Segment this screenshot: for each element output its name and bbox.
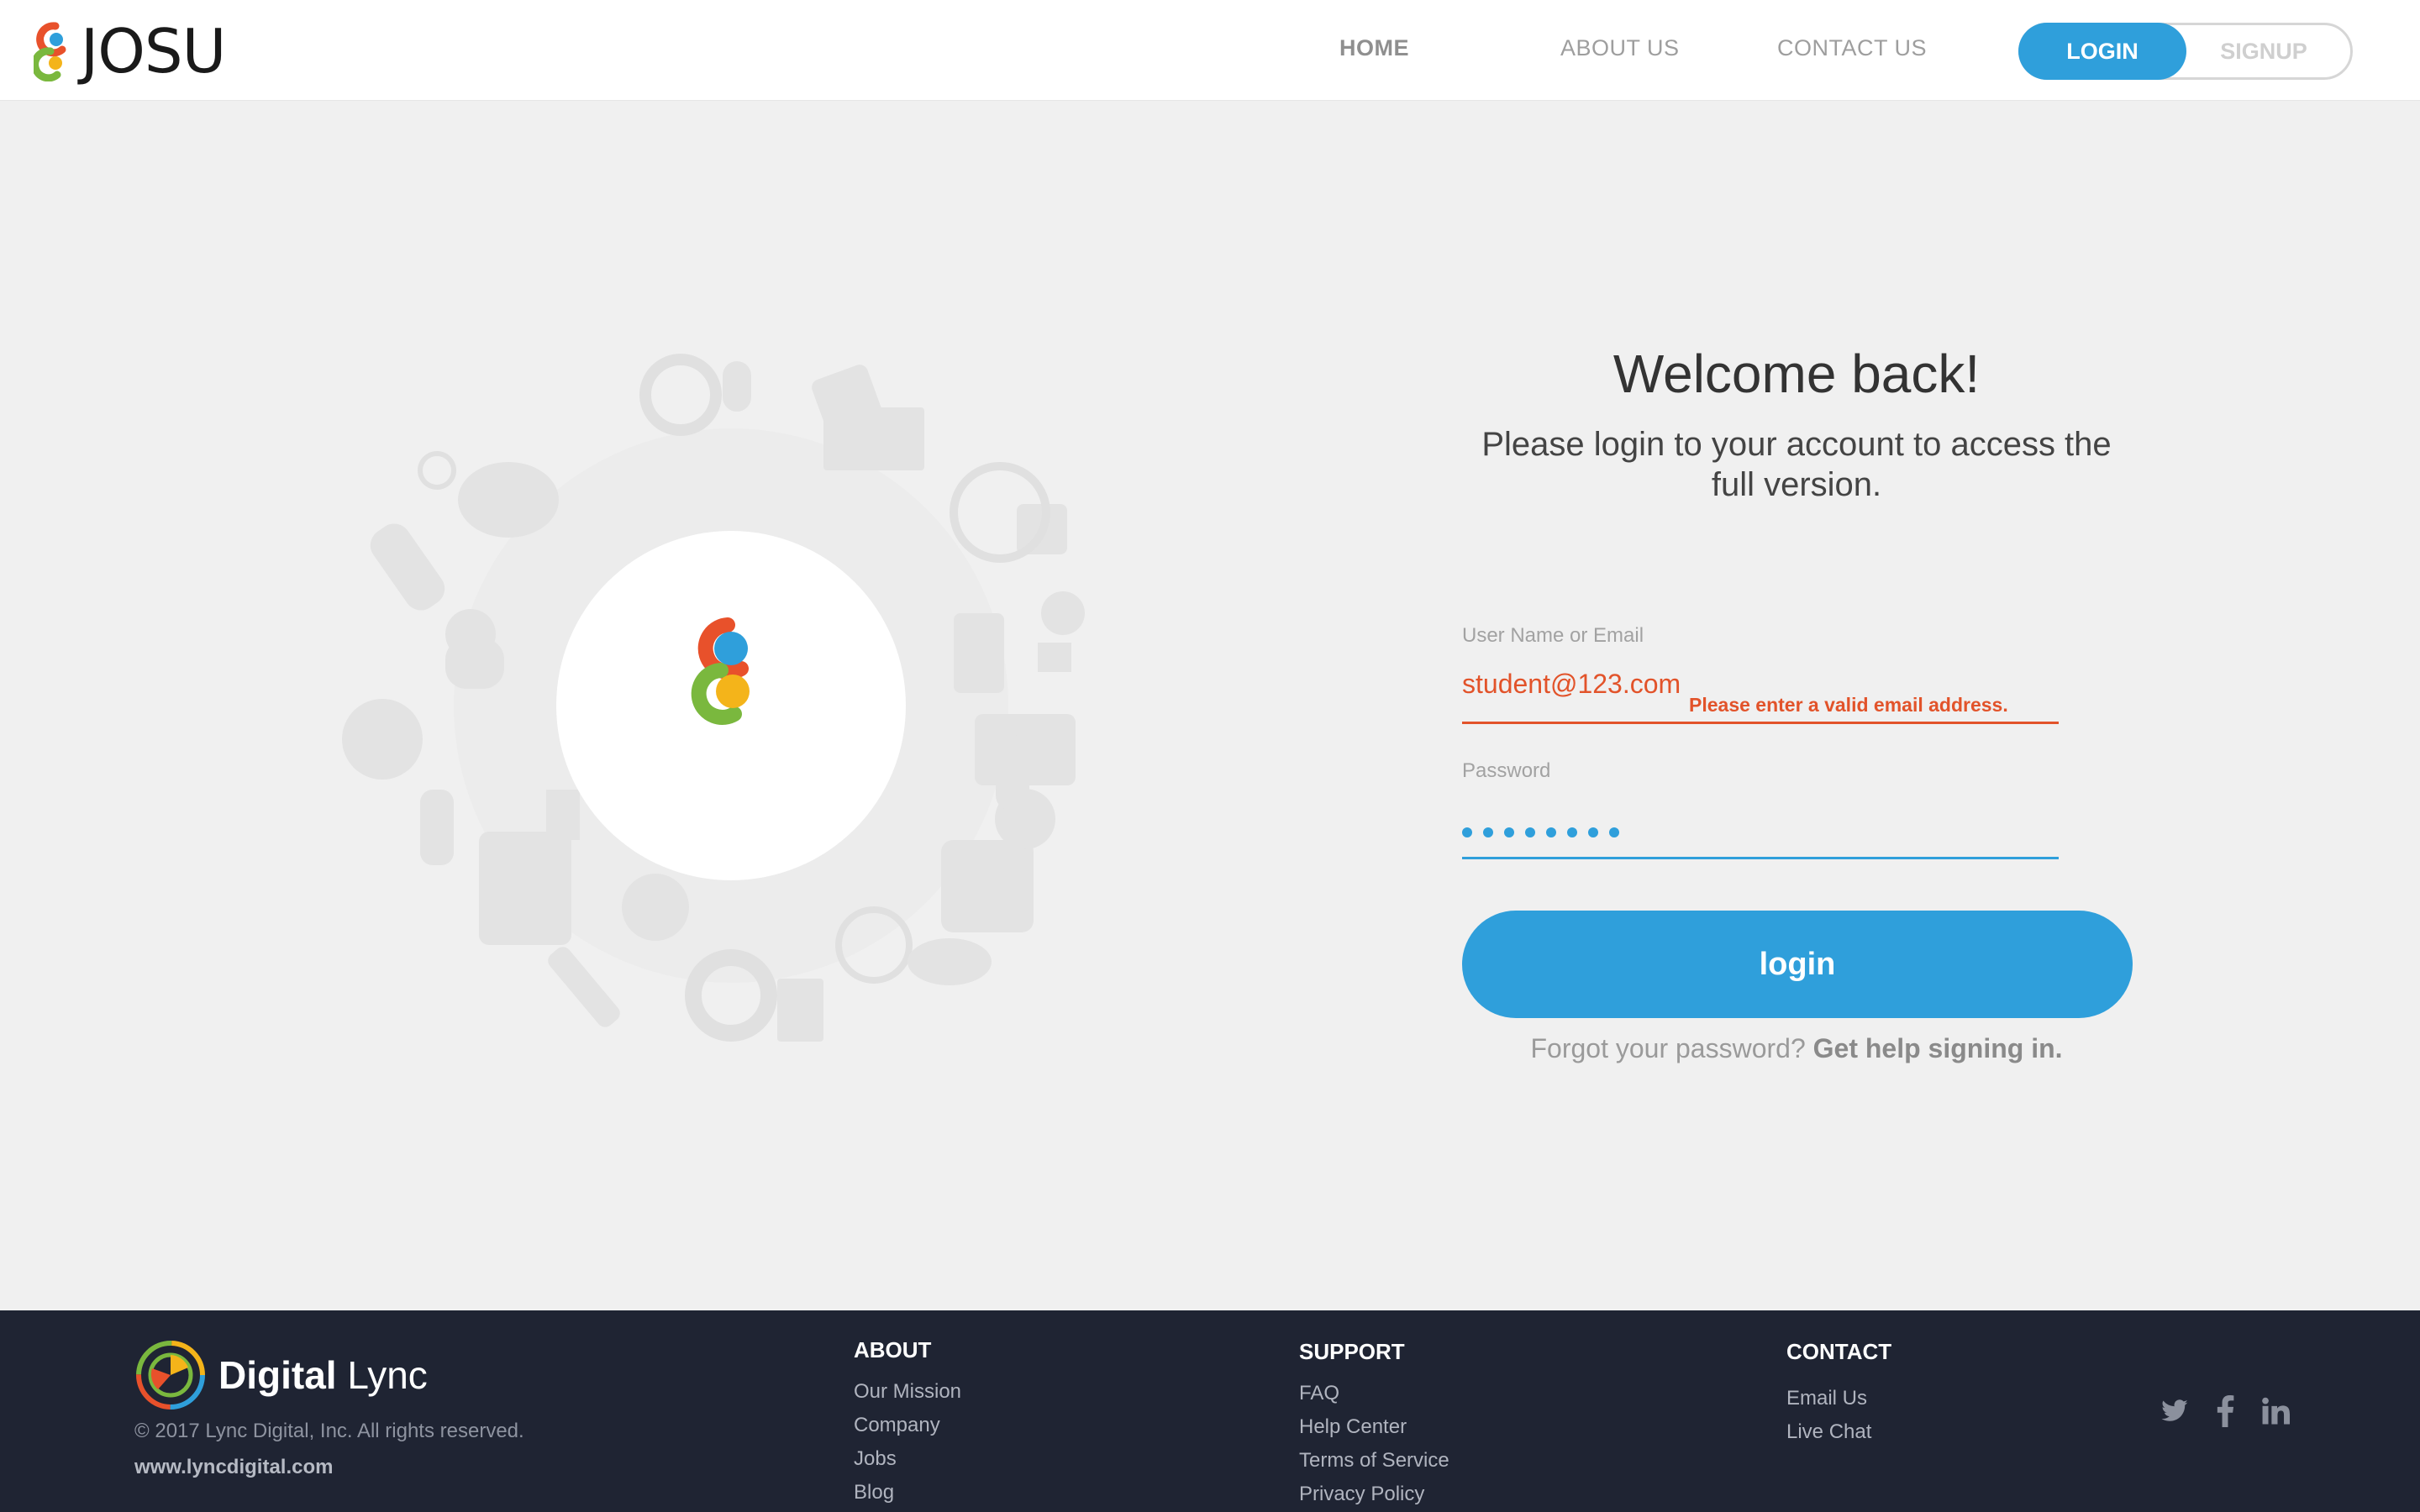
- footer-brand[interactable]: Digital Lync: [134, 1339, 428, 1411]
- username-label: User Name or Email: [1462, 624, 1644, 647]
- email-error-message: Please enter a valid email address.: [1689, 694, 2008, 716]
- footer-link-faq[interactable]: FAQ: [1299, 1377, 1449, 1410]
- welcome-subtitle: Please login to your account to access t…: [1481, 426, 2112, 503]
- footer-link-email-us[interactable]: Email Us: [1786, 1382, 1891, 1415]
- password-input[interactable]: [1462, 827, 1630, 837]
- password-mask-dot: [1483, 827, 1493, 837]
- password-label: Password: [1462, 759, 1551, 782]
- username-input[interactable]: student@123.com: [1462, 669, 1681, 700]
- nav-about-link[interactable]: ABOUT US: [1560, 35, 1680, 61]
- footer-link-jobs[interactable]: Jobs: [854, 1442, 961, 1476]
- footer-link-blog[interactable]: Blog: [854, 1476, 961, 1509]
- login-tab-button[interactable]: LOGIN: [2018, 23, 2186, 80]
- password-mask-dot: [1546, 827, 1556, 837]
- get-help-link[interactable]: Get help signing in.: [1813, 1033, 2063, 1063]
- password-mask-dot: [1504, 827, 1514, 837]
- forgot-password-row: Forgot your password? Get help signing i…: [1378, 1033, 2215, 1064]
- footer-about-column: ABOUT Our Mission Company Jobs Blog: [854, 1337, 961, 1509]
- brand-logo[interactable]: JOSU: [34, 16, 226, 87]
- footer-link-terms[interactable]: Terms of Service: [1299, 1444, 1449, 1478]
- signup-tab-button[interactable]: SIGNUP: [2192, 25, 2335, 77]
- footer-link-help-center[interactable]: Help Center: [1299, 1410, 1449, 1444]
- footer-about-title: ABOUT: [854, 1337, 932, 1362]
- auth-toggle: LOGIN SIGNUP: [2018, 23, 2353, 80]
- welcome-heading: Welcome back!: [1612, 344, 1981, 404]
- brand-name: JOSU: [81, 16, 226, 87]
- footer-contact-title: CONTACT: [1786, 1339, 1892, 1364]
- social-links: [2158, 1394, 2309, 1428]
- footer-link-company[interactable]: Company: [854, 1409, 961, 1442]
- linkedin-icon[interactable]: [2259, 1394, 2292, 1428]
- facebook-icon[interactable]: [2208, 1394, 2242, 1428]
- hero-illustration: [342, 354, 1085, 1042]
- password-mask-dot: [1567, 827, 1577, 837]
- footer-copyright: © 2017 Lync Digital, Inc. All rights res…: [134, 1420, 524, 1442]
- footer-support-column: SUPPORT FAQ Help Center Terms of Service…: [1299, 1339, 1449, 1511]
- footer-support-title: SUPPORT: [1299, 1339, 1405, 1364]
- footer-brand-name: Digital Lync: [218, 1353, 428, 1397]
- footer-website-link[interactable]: www.lyncdigital.com: [134, 1456, 333, 1479]
- password-mask-dot: [1462, 827, 1472, 837]
- username-underline: [1462, 722, 2059, 724]
- password-mask-dot: [1588, 827, 1598, 837]
- footer-link-our-mission[interactable]: Our Mission: [854, 1375, 961, 1409]
- footer-contact-column: CONTACT Email Us Live Chat: [1786, 1339, 1891, 1449]
- josu-logo-icon: [34, 22, 66, 81]
- password-underline: [1462, 857, 2059, 859]
- login-submit-button[interactable]: login: [1462, 911, 2133, 1018]
- password-mask-dot: [1525, 827, 1535, 837]
- nav-home-link[interactable]: HOME: [1339, 35, 1409, 61]
- nav-contact-link[interactable]: CONTACT US: [1777, 35, 1927, 61]
- footer-link-live-chat[interactable]: Live Chat: [1786, 1415, 1891, 1449]
- digital-lync-logo-icon: [136, 1341, 205, 1410]
- footer-link-privacy[interactable]: Privacy Policy: [1299, 1478, 1449, 1511]
- twitter-icon[interactable]: [2158, 1394, 2191, 1428]
- top-navbar: JOSU HOME ABOUT US CONTACT US LOGIN SIGN…: [0, 0, 2420, 101]
- page-footer: Digital Lync © 2017 Lync Digital, Inc. A…: [0, 1310, 2420, 1512]
- password-mask-dot: [1609, 827, 1619, 837]
- forgot-password-prompt: Forgot your password?: [1530, 1033, 1806, 1063]
